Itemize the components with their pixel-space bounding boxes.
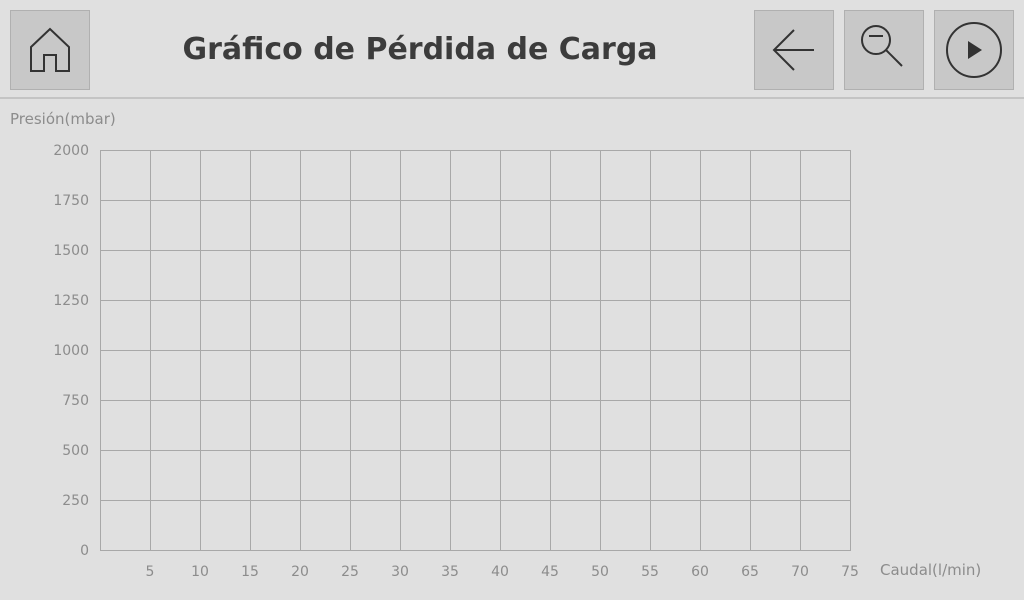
- x-tick-label: 40: [491, 564, 509, 580]
- x-tick-label: 60: [691, 564, 709, 580]
- y-tick-label: 2000: [53, 143, 89, 159]
- y-tick-label: 1250: [53, 293, 89, 309]
- y-tick-label: 1750: [53, 193, 89, 209]
- x-tick-label: 15: [241, 564, 259, 580]
- x-tick-label: 30: [391, 564, 409, 580]
- x-tick-label: 75: [841, 564, 859, 580]
- x-tick-label: 20: [291, 564, 309, 580]
- x-tick-label: 5: [146, 564, 155, 580]
- y-tick-label: 250: [62, 493, 89, 509]
- y-tick-label: 0: [80, 543, 89, 559]
- x-tick-label: 45: [541, 564, 559, 580]
- y-tick-label: 1000: [53, 343, 89, 359]
- x-tick-label: 65: [741, 564, 759, 580]
- x-tick-label: 50: [591, 564, 609, 580]
- x-tick-label: 55: [641, 564, 659, 580]
- x-tick-label: 10: [191, 564, 209, 580]
- y-tick-label: 1500: [53, 243, 89, 259]
- pressure-loss-chart: 5 10 15 20 25 30 35 40 45 50 55 60 65 70 7502505007501…: [53, 143, 859, 580]
- y-tick-label: 500: [62, 443, 89, 459]
- y-tick-label: 750: [62, 393, 89, 409]
- x-tick-label: 35: [441, 564, 459, 580]
- x-tick-label: 70: [791, 564, 809, 580]
- x-tick-label: 25: [341, 564, 359, 580]
